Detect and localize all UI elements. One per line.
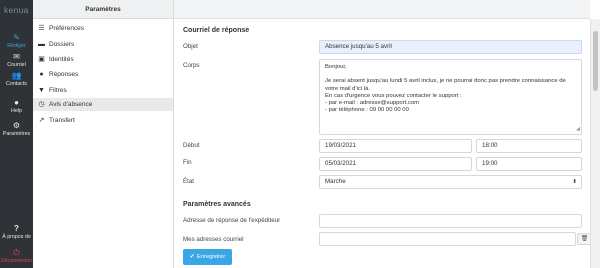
help-icon: ●: [14, 98, 19, 107]
reply-address-label: Adresse de réponse de l'expéditeur: [183, 217, 281, 224]
compose-icon: ✎: [13, 33, 20, 42]
body-line: Bonjour,: [325, 64, 347, 70]
resize-handle-icon[interactable]: ◢: [576, 126, 580, 133]
gear-icon: ⚙: [12, 121, 21, 130]
question-icon: ?: [14, 224, 19, 233]
id-card-icon: ▣: [38, 56, 45, 63]
form-header-strip: [174, 0, 590, 19]
section-title-advanced: Paramètres avancés: [183, 201, 251, 208]
end-label: Fin: [183, 159, 192, 166]
rail-item-help[interactable]: ● Help: [0, 98, 33, 118]
rail-item-compose[interactable]: ✎ Rédiger: [0, 33, 33, 53]
my-addresses-field[interactable]: [319, 232, 576, 246]
main-rail: kenua ✎ Rédiger ✉ Courriel 👥 Contacts ● …: [0, 0, 33, 268]
my-addresses-label: Mes adresses courriel: [183, 236, 244, 243]
body-line: En cas d'urgence vous pouvez contacter l…: [325, 92, 462, 99]
subject-field[interactable]: Absence jusqu'au 5 avril: [319, 40, 582, 54]
settings-item-absence[interactable]: ◷ Avis d'absence: [33, 98, 173, 111]
body-line: - par téléphone : 09 00 00 00 00: [325, 107, 409, 114]
scrollbar-thumb[interactable]: [593, 31, 598, 91]
save-button[interactable]: ✔ Enregistrer: [183, 249, 232, 265]
absence-form: Courriel de réponse Objet Absence jusqu'…: [174, 0, 592, 268]
filter-icon: ▼: [38, 87, 45, 94]
settings-panel: Paramètres ☰ Préférences ▬ Dossiers ▣ Ident…: [33, 0, 174, 268]
check-icon: ✔: [189, 254, 195, 260]
start-label: Début: [183, 142, 200, 149]
body-label: Corps: [183, 62, 200, 69]
select-arrows-icon: ⬍: [572, 179, 577, 185]
mail-icon: ✉: [13, 52, 20, 61]
rail-item-logout[interactable]: ⏻ Déconnexion: [0, 248, 33, 268]
end-time-field[interactable]: 19:00: [476, 157, 582, 171]
state-label: État: [183, 178, 195, 185]
contacts-icon: 👥: [11, 71, 22, 80]
body-line: - par e-mail : adresse@support.com: [325, 100, 420, 107]
section-title-reply: Courriel de réponse: [183, 27, 250, 34]
settings-item-responses[interactable]: ● Réponses: [33, 68, 173, 81]
settings-item-folders[interactable]: ▬ Dossiers: [33, 38, 173, 51]
clock-icon: ◷: [38, 101, 45, 108]
body-line: [325, 71, 576, 78]
speech-bubble-icon: ●: [39, 71, 44, 78]
settings-item-preferences[interactable]: ☰ Préférences: [33, 22, 173, 35]
rail-item-contacts[interactable]: 👥 Contacts: [0, 71, 33, 91]
reply-address-field[interactable]: [319, 214, 582, 228]
settings-item-forward[interactable]: ↗ Transfert: [33, 114, 173, 127]
body-line: Je serai absent jusqu'au lundi 5 avril i…: [325, 78, 566, 92]
end-date-field[interactable]: 05/03/2021: [319, 157, 472, 171]
forward-icon: ↗: [38, 117, 45, 124]
settings-item-identities[interactable]: ▣ Identités: [33, 53, 173, 66]
power-icon: ⏻: [13, 248, 20, 257]
kenua-logo: kenua: [4, 5, 29, 15]
state-select[interactable]: Marche ⬍: [319, 175, 582, 189]
rail-item-about[interactable]: ? À propos de: [0, 224, 33, 244]
body-textarea[interactable]: Bonjour, Je serai absent jusqu'au lundi …: [319, 59, 582, 135]
start-date-field[interactable]: 19/03/2021: [319, 139, 472, 153]
settings-item-filters[interactable]: ▼ Filtres: [33, 84, 173, 97]
state-select-value: Marche: [325, 178, 346, 185]
form-scrollbar[interactable]: [590, 19, 600, 268]
start-time-field[interactable]: 18:00: [476, 139, 582, 153]
rail-item-mail[interactable]: ✉ Courriel: [0, 52, 33, 72]
preferences-icon: ☰: [38, 25, 45, 32]
folder-icon: ▬: [38, 41, 45, 48]
rail-item-settings[interactable]: ⚙ Paramètres: [0, 121, 33, 141]
subject-label: Objet: [183, 43, 198, 50]
settings-title: Paramètres: [33, 0, 173, 19]
